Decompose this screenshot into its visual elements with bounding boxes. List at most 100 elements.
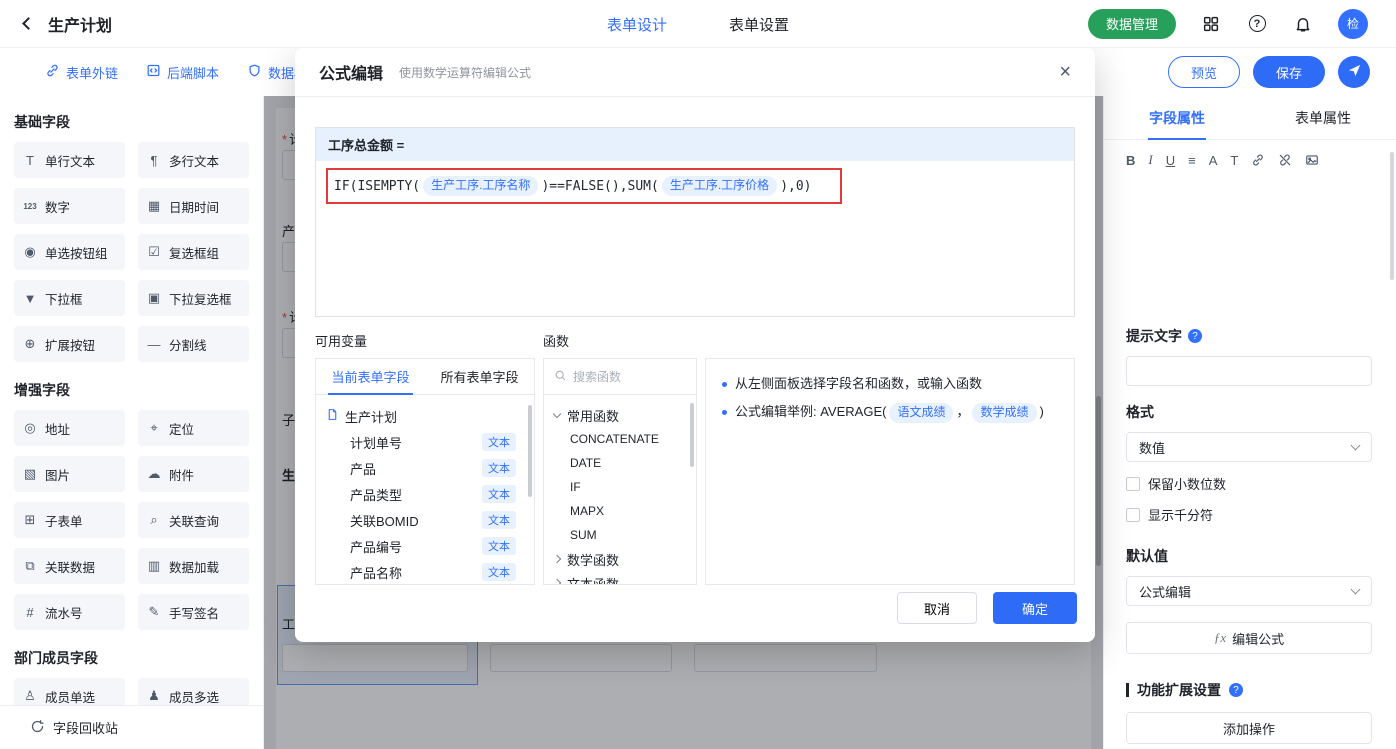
variable-row[interactable]: 关联BOMID 文本 [326,507,528,533]
tab-field-properties[interactable]: 字段属性 [1104,96,1250,139]
unlink-icon[interactable] [1278,153,1292,167]
cancel-button[interactable]: 取消 [897,592,977,624]
field-item-radio-group[interactable]: ◉ 单选按钮组 [14,234,125,270]
modal-title: 公式编辑 [319,66,384,83]
member-single-icon: ♙ [24,688,36,703]
bullet-icon [722,410,727,415]
preview-button[interactable]: 预览 [1168,56,1240,88]
help-icon[interactable]: ? [1188,329,1202,343]
formula-editor[interactable]: 工序总金额 = IF(ISEMPTY(生产工序.工序名称)==FALSE(),S… [315,127,1075,317]
form-external-link[interactable]: 表单外链 [45,63,118,82]
field-item-image[interactable]: ▧ 图片 [14,456,125,492]
save-button[interactable]: 保存 [1253,56,1325,88]
tab-current-form-fields[interactable]: 当前表单字段 [316,359,425,395]
chevron-down-icon [1350,440,1361,450]
field-item-datetime[interactable]: ▦ 日期时间 [138,188,249,224]
field-item-single-text[interactable]: T 单行文本 [14,142,125,178]
help-icon[interactable]: ? [1229,683,1243,697]
field-ref-pill[interactable]: 生产工序.工序名称 [423,176,539,196]
publish-button[interactable] [1338,56,1370,88]
variable-row[interactable]: 产品 文本 [326,455,528,481]
formula-content[interactable]: IF(ISEMPTY(生产工序.工序名称)==FALSE(),SUM(生产工序.… [316,161,1074,209]
field-item-dropdown[interactable]: ▼ 下拉框 [14,280,125,316]
attachment-icon: ☁ [147,466,161,481]
function-item[interactable]: SUM [544,523,696,547]
tab-form-properties[interactable]: 表单属性 [1250,96,1396,139]
variable-row[interactable]: 产品名称 文本 [326,559,528,584]
font-size-icon[interactable]: T [1230,153,1238,168]
field-item-number[interactable]: 123 数字 [14,188,125,224]
tab-all-form-fields[interactable]: 所有表单字段 [425,359,534,394]
document-icon [326,408,339,424]
field-item-address[interactable]: ◎ 地址 [14,410,125,446]
backend-script-link[interactable]: 后端脚本 [146,63,219,82]
field-item-signature[interactable]: ✎ 手写签名 [138,594,249,630]
field-item-extend-button[interactable]: ⊕ 扩展按钮 [14,326,125,362]
variable-row[interactable]: 产品类型 文本 [326,481,528,507]
checkbox-icon [1126,507,1140,522]
field-item-attachment[interactable]: ☁ 附件 [138,456,249,492]
decimal-places-checkbox[interactable]: 保留小数位数 [1126,474,1372,493]
variables-scrollbar[interactable] [528,405,532,497]
hint-text-label: 提示文字? [1126,326,1372,346]
help-icon[interactable]: ? [1246,13,1268,35]
thousands-separator-checkbox[interactable]: 显示千分符 [1126,505,1372,524]
panel-scrollbar[interactable] [1390,152,1394,280]
divider-icon: — [147,336,161,352]
field-item-location[interactable]: ⌖ 定位 [138,410,249,446]
field-title-editor[interactable] [1104,174,1396,310]
apps-icon[interactable] [1200,13,1222,35]
chevron-right-icon [552,554,562,564]
variables-tree-root[interactable]: 生产计划 [326,403,528,429]
field-item-checkbox-group[interactable]: ☑ 复选框组 [138,234,249,270]
add-action-button[interactable]: 添加操作 [1126,712,1372,744]
field-item-data-load[interactable]: ▥ 数据加载 [138,548,249,584]
variable-row[interactable]: 产品编号 文本 [326,533,528,559]
function-item[interactable]: IF [544,475,696,499]
field-ref-pill[interactable]: 生产工序.工序价格 [661,176,778,196]
function-item[interactable]: DATE [544,451,696,475]
hint-text-input[interactable] [1126,356,1372,386]
function-group-math[interactable]: 数学函数 [544,547,696,571]
field-item-serial-number[interactable]: # 流水号 [14,594,125,630]
avatar[interactable]: 检 [1338,8,1368,39]
insert-image-icon[interactable] [1305,153,1319,167]
function-item[interactable]: CONCATENATE [544,427,696,451]
image-field-icon: ▧ [23,466,37,481]
field-item-multiline-text[interactable]: ¶ 多行文本 [138,142,249,178]
tab-form-design[interactable]: 表单设计 [607,14,667,35]
function-group-text[interactable]: 文本函数 [544,571,696,584]
data-load-icon: ▥ [147,558,161,573]
field-item-divider[interactable]: — 分割线 [138,326,249,362]
field-recycle-bin[interactable]: 字段回收站 [0,705,263,749]
format-select[interactable]: 数值 [1126,432,1372,462]
function-search-input[interactable] [573,369,686,384]
checkbox-icon [1126,476,1140,491]
underline-icon[interactable]: U [1166,153,1175,168]
field-item-subform[interactable]: ⊞ 子表单 [14,502,125,538]
bold-icon[interactable]: B [1126,153,1135,168]
functions-scrollbar[interactable] [690,403,694,467]
edit-formula-button[interactable]: ƒx 编辑公式 [1126,622,1372,654]
close-icon[interactable]: × [1059,62,1071,82]
field-item-related-query[interactable]: ⌕ 关联查询 [138,502,249,538]
field-item-related-data[interactable]: ⧉ 关联数据 [14,548,125,584]
variable-row[interactable]: 计划单号 文本 [326,429,528,455]
tab-form-settings[interactable]: 表单设置 [729,14,789,35]
type-tag: 文本 [482,459,516,477]
align-icon[interactable]: ≡ [1188,153,1196,168]
function-item[interactable]: MAPX [544,499,696,523]
font-color-icon[interactable]: A [1209,153,1218,168]
data-manage-button[interactable]: 数据管理 [1087,8,1176,39]
field-item-dropdown-multi[interactable]: ▣ 下拉复选框 [138,280,249,316]
back-button[interactable] [16,12,40,36]
function-group-common[interactable]: 常用函数 [544,403,696,427]
navbar-left: 生产计划 [0,12,112,36]
confirm-button[interactable]: 确定 [993,592,1077,624]
bell-icon[interactable] [1292,13,1314,35]
italic-icon[interactable]: I [1148,152,1152,168]
default-value-select[interactable]: 公式编辑 [1126,576,1372,606]
insert-link-icon[interactable] [1251,153,1265,167]
subform-icon: ⊞ [24,512,36,527]
type-tag: 文本 [482,563,516,581]
